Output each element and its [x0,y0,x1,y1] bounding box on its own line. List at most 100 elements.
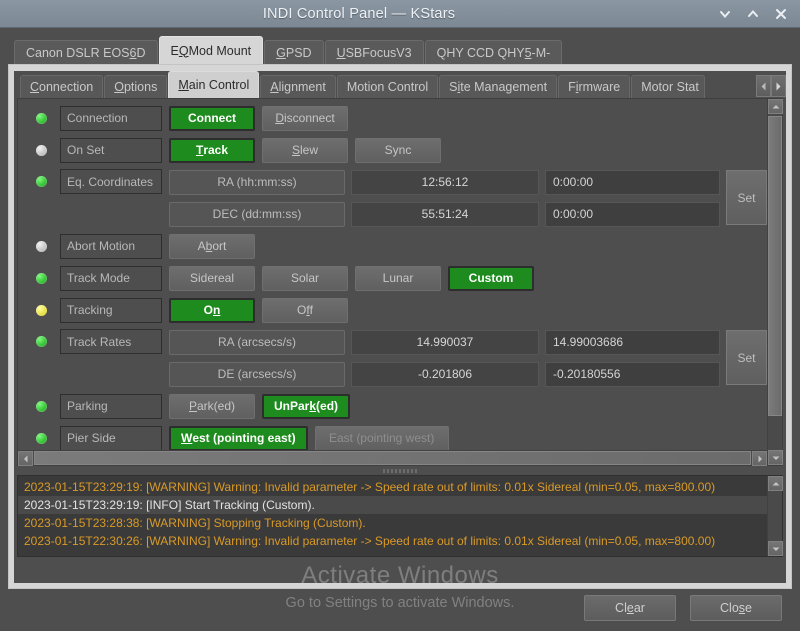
status-led-track-rates [36,336,47,347]
property-tab-7[interactable]: Motor Stat [631,75,706,98]
track-rates-set-button[interactable]: Set [726,330,767,385]
form-vertical-scrollbar[interactable] [767,99,783,465]
property-label-parking: Parking [60,393,162,419]
property-tab-1[interactable]: Options [104,75,168,98]
property-tab-3[interactable]: Alignment [260,75,336,98]
status-led-tracking [36,304,47,316]
property-row-connection: Connection Connect Disconnect [36,105,767,131]
chevron-up-icon[interactable] [746,7,760,21]
eq-ra-input[interactable]: 0:00:00 [545,169,720,195]
property-tab-4[interactable]: Motion Control [336,75,439,98]
sync-button[interactable]: Sync [355,137,441,163]
device-tab-4[interactable]: QHY CCD QHY 5 -M- [424,40,563,64]
splitter-handle[interactable] [17,466,783,475]
clear-button[interactable]: Cl e ar [584,595,676,621]
track-rate-de-value: -0.201806 [351,361,539,387]
device-panel: Connection Options Main Control Alignment Mo… [8,64,792,589]
status-led-connection [36,112,47,124]
track-rate-ra-label: RA (arcsecs/s) [169,329,345,355]
property-tab-6[interactable]: Fi rmware [558,75,631,98]
device-tab-1[interactable]: E Q Mod Mount [158,36,264,64]
eq-coordinates-fields: RA (hh:mm:ss) 12:56:12 0:00:00 DEC (dd:m… [169,169,726,233]
property-label-track-rates: Track Rates [60,329,162,354]
property-row-parking: Parking Park(ed) UnPar k (ed) [36,393,767,419]
pier-side-east-button[interactable]: East (pointing west) [314,425,449,450]
log-scroll-down-icon[interactable] [768,541,783,556]
property-label-tracking: Tracking [60,297,162,323]
close-button[interactable]: Clo s e [690,595,782,621]
scroll-up-icon[interactable] [768,99,783,114]
window-titlebar[interactable]: INDI Control Panel — KStars [0,0,800,28]
log-scroll-up-icon[interactable] [768,476,783,491]
track-rate-ra-input[interactable]: 14.99003686 [545,329,720,355]
log-vertical-scrollbar[interactable] [767,476,783,556]
track-rate-de-input[interactable]: -0.20180556 [545,361,720,387]
pier-side-west-button[interactable]: West (pointing east) [169,425,308,450]
property-tab-0[interactable]: Connection [20,75,104,98]
log-line: 2023-01-15T23:29:19: [INFO] Start Tracki… [18,496,767,514]
property-row-track-mode: Track Mode Sidereal Solar Lunar Custom [36,265,767,291]
property-row-track-rates: Track Rates RA (arcsecs/s) 14.990037 14.… [36,329,767,387]
property-row-on-set: On Set Track Slew Sync [36,137,767,163]
tab-scroll-right-icon[interactable] [771,75,786,97]
scroll-right-icon[interactable] [752,451,767,466]
property-label-on-set: On Set [60,137,162,163]
device-tab-0[interactable]: Canon DSLR EOS 6D [14,40,158,64]
scroll-down-icon[interactable] [768,450,783,465]
tab-scroll-left-icon[interactable] [756,75,771,97]
status-led-pier-side [36,432,47,444]
property-row-abort-motion: Abort Motion Ab ort [36,233,767,259]
vscroll-thumb[interactable] [768,116,782,416]
split-area: Connection Connect Disconnect On Set Tra… [14,98,786,583]
tracking-on-button[interactable]: On [169,297,255,323]
property-tab-bar: Connection Options Main Control Alignment Mo… [14,71,786,98]
disconnect-button[interactable]: Disconnect [262,105,348,131]
eq-ra-label: RA (hh:mm:ss) [169,169,345,195]
device-tab-3[interactable]: U SBFocusV3 [324,40,424,64]
log-vscroll-track[interactable] [768,491,782,541]
property-tab-scrollers [756,75,786,98]
eq-coordinates-set-button[interactable]: Set [726,170,767,225]
vscroll-track[interactable] [768,114,782,450]
property-row-pier-side: Pier Side West (pointing east) East (poi… [36,425,767,450]
connect-button[interactable]: Connect [169,105,255,131]
device-tab-2[interactable]: G PSD [264,40,324,64]
unpark-button[interactable]: UnPar k (ed) [262,393,351,419]
scroll-left-icon[interactable] [18,451,33,466]
abort-button[interactable]: Ab ort [169,233,255,259]
eq-dec-value: 55:51:24 [351,201,539,227]
panel-inner: Connection Options Main Control Alignment Mo… [14,71,786,583]
message-log: 2023-01-15T23:29:19: [WARNING] Warning: … [17,475,783,557]
status-led-eq-coordinates [36,176,47,187]
status-led-track-mode [36,272,47,284]
status-led-abort-motion [36,240,47,252]
dialog-button-bar: Cl e ar Clo s e [8,589,792,631]
park-button[interactable]: Park(ed) [169,393,255,419]
property-label-abort-motion: Abort Motion [60,233,162,259]
property-tab-5[interactable]: Si te Management [439,75,558,98]
close-icon[interactable] [774,7,788,21]
hscroll-track[interactable] [33,451,752,465]
main-control-form: Connection Connect Disconnect On Set Tra… [17,98,783,466]
log-line-list[interactable]: 2023-01-15T23:29:19: [WARNING] Warning: … [18,476,767,556]
property-tab-2[interactable]: Main Control [168,71,260,98]
track-mode-solar-button[interactable]: Solar [262,265,348,291]
tracking-off-button[interactable]: Off [262,297,348,323]
eq-ra-value: 12:56:12 [351,169,539,195]
window-body: Canon DSLR EOS 6 D E Q Mod Mount G PSD U SBFocus… [0,28,800,631]
track-rate-de-label: DE (arcsecs/s) [169,361,345,387]
chevron-down-icon[interactable] [718,7,732,21]
eq-dec-input[interactable]: 0:00:00 [545,201,720,227]
status-led-on-set [36,144,47,156]
device-tab-bar: Canon DSLR EOS 6 D E Q Mod Mount G PSD U SBFocus… [8,36,792,64]
eq-coordinates-dec-row: DEC (dd:mm:ss) 55:51:24 0:00:00 [169,201,726,227]
property-label-pier-side: Pier Side [60,425,162,450]
track-mode-lunar-button[interactable]: Lunar [355,265,441,291]
form-horizontal-scrollbar[interactable] [18,450,767,466]
track-button[interactable]: Track [169,137,255,163]
track-mode-sidereal-button[interactable]: Sidereal [169,265,255,291]
hscroll-thumb[interactable] [34,451,751,465]
slew-button[interactable]: Slew [262,137,348,163]
track-mode-custom-button[interactable]: Custom [448,265,534,291]
window-title: INDI Control Panel — KStars [262,5,456,22]
